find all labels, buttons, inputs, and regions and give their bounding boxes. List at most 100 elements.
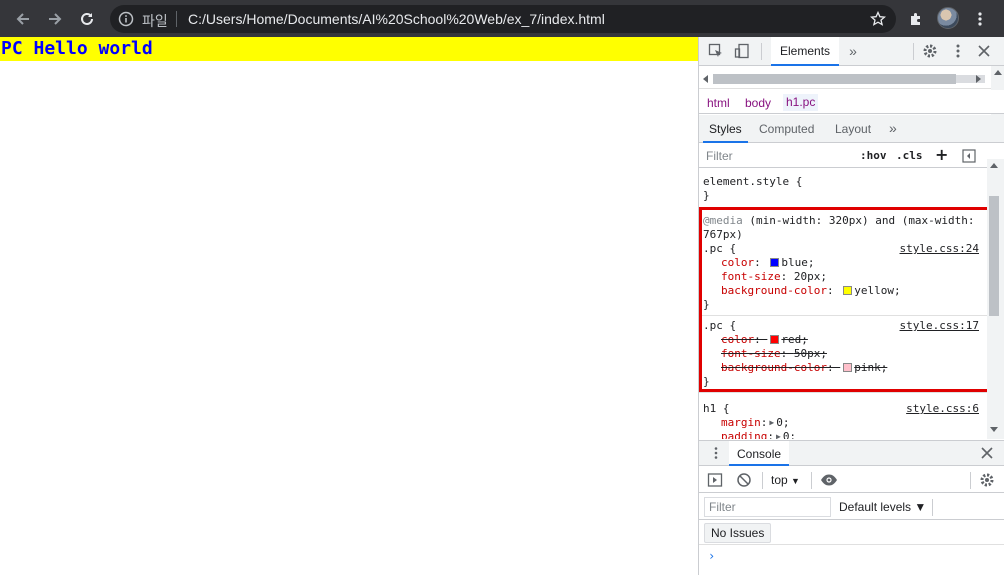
- reload-button[interactable]: [74, 6, 100, 32]
- device-toolbar-icon[interactable]: [733, 42, 751, 60]
- styles-vertical-scrollbar[interactable]: [987, 159, 1004, 439]
- back-button[interactable]: [10, 6, 36, 32]
- scroll-right-icon[interactable]: [975, 75, 981, 83]
- rule-selector[interactable]: .pc {: [703, 319, 736, 332]
- style-property[interactable]: background-color: yellow;: [703, 284, 983, 298]
- divider: [913, 43, 914, 60]
- gear-icon[interactable]: [921, 42, 939, 60]
- rule-close: }: [703, 375, 710, 388]
- console-sidebar-icon[interactable]: [706, 471, 724, 489]
- scroll-thumb[interactable]: [989, 196, 999, 316]
- rule-selector[interactable]: element.style {: [703, 175, 983, 189]
- close-icon[interactable]: [975, 42, 993, 60]
- elements-horizontal-scrollbar[interactable]: [699, 66, 991, 89]
- profile-avatar[interactable]: [937, 7, 959, 29]
- divider: [761, 43, 762, 60]
- arrow-right-icon: [49, 13, 62, 25]
- reload-icon: [81, 12, 93, 25]
- color-swatch[interactable]: [843, 363, 853, 372]
- overridden-property[interactable]: font-size: 50px;: [703, 347, 983, 361]
- devtools-tabbar: Elements »: [699, 37, 1004, 66]
- devtools-panel: Elements » html body h1.pc Styles Comput…: [698, 37, 1004, 575]
- rule-selector[interactable]: h1 {: [703, 402, 730, 415]
- log-levels-dropdown[interactable]: Default levels ▼: [839, 500, 926, 514]
- console-filter-bar: Default levels ▼: [699, 494, 1004, 520]
- tab-elements[interactable]: Elements: [771, 37, 840, 66]
- more-subtabs-icon[interactable]: »: [889, 120, 897, 136]
- rule-selector[interactable]: .pc {: [703, 242, 736, 255]
- inspect-element-icon[interactable]: [707, 42, 725, 60]
- kebab-menu-icon[interactable]: [949, 42, 967, 60]
- more-tabs-icon[interactable]: »: [844, 42, 862, 60]
- eye-icon[interactable]: [820, 471, 838, 489]
- scheme-label: 파일: [142, 14, 168, 30]
- styles-filter-input[interactable]: [702, 147, 850, 165]
- source-link[interactable]: style.css:24: [900, 242, 979, 256]
- cls-toggle[interactable]: .cls: [896, 149, 923, 162]
- divider: [811, 472, 812, 489]
- console-filter-input[interactable]: [704, 497, 831, 517]
- context-selector[interactable]: top ▼: [771, 473, 800, 487]
- scroll-down-icon[interactable]: [990, 427, 998, 433]
- new-style-rule-button[interactable]: +: [935, 145, 948, 164]
- style-property[interactable]: margin: ▶ 0;: [703, 416, 983, 430]
- expand-triangle-icon[interactable]: ▶: [769, 418, 774, 427]
- info-icon[interactable]: [118, 11, 134, 27]
- scroll-left-icon[interactable]: [703, 75, 709, 83]
- tab-layout[interactable]: Layout: [835, 122, 871, 136]
- toggle-sidebar-icon[interactable]: [960, 147, 978, 165]
- address-bar[interactable]: 파일 C:/Users/Home/Documents/AI%20School%2…: [110, 5, 896, 33]
- forward-button[interactable]: [42, 6, 68, 32]
- breadcrumb-body[interactable]: body: [745, 96, 771, 110]
- source-link[interactable]: style.css:17: [900, 319, 979, 333]
- element-style-rule: element.style { }: [699, 169, 987, 208]
- color-swatch[interactable]: [843, 286, 853, 295]
- kebab-menu-icon: [978, 12, 982, 26]
- rule-close: }: [703, 189, 710, 202]
- breadcrumb: html body h1.pc: [699, 90, 1004, 114]
- divider: [970, 472, 971, 489]
- tab-computed[interactable]: Computed: [759, 122, 814, 136]
- star-icon[interactable]: [870, 11, 886, 27]
- console-prompt[interactable]: ›: [708, 549, 715, 563]
- styles-pane: element.style { } @media (min-width: 320…: [699, 169, 987, 439]
- extensions-button[interactable]: [903, 6, 929, 32]
- style-property[interactable]: padding: ▶ 0;: [703, 430, 983, 439]
- tab-console[interactable]: Console: [729, 441, 790, 466]
- rule-close: }: [703, 298, 710, 311]
- source-link[interactable]: style.css:6: [906, 402, 979, 416]
- scroll-up-icon[interactable]: [990, 162, 998, 168]
- url-text[interactable]: C:/Users/Home/Documents/AI%20School%20We…: [188, 11, 605, 27]
- style-property[interactable]: color: blue;: [703, 256, 983, 270]
- clear-console-icon[interactable]: [735, 471, 753, 489]
- puzzle-icon: [911, 13, 920, 25]
- pc-overridden-rule: .pc { style.css:17 color: red; font-size:…: [699, 316, 987, 393]
- media-query: (min-width: 320px) and (max-width:: [742, 214, 975, 227]
- gear-icon[interactable]: [978, 471, 996, 489]
- drawer-menu-icon[interactable]: [707, 444, 725, 462]
- pc-heading: PC Hello world: [0, 37, 698, 61]
- style-property[interactable]: font-size: 20px;: [703, 270, 983, 284]
- divider: [176, 11, 177, 27]
- breadcrumb-html[interactable]: html: [707, 96, 730, 110]
- page-viewport: PC Hello world: [0, 37, 698, 575]
- overridden-property[interactable]: color: red;: [703, 333, 983, 347]
- color-swatch[interactable]: [770, 335, 780, 344]
- no-issues-button[interactable]: No Issues: [704, 523, 772, 543]
- media-keyword: @media: [703, 214, 743, 227]
- styles-filter-bar: :hov .cls +: [699, 144, 987, 168]
- scroll-thumb[interactable]: [713, 74, 956, 84]
- scroll-up-icon[interactable]: [994, 69, 1002, 75]
- overridden-property[interactable]: background-color: pink;: [703, 361, 983, 375]
- hov-toggle[interactable]: :hov: [860, 149, 887, 162]
- divider: [932, 499, 933, 516]
- color-swatch[interactable]: [770, 258, 780, 267]
- tab-styles[interactable]: Styles: [703, 115, 748, 143]
- drawer-tabbar: Console: [699, 440, 1004, 466]
- arrow-left-icon: [16, 13, 29, 25]
- breadcrumb-h1-pc[interactable]: h1.pc: [783, 94, 819, 111]
- close-icon[interactable]: [978, 444, 996, 462]
- browser-menu-button[interactable]: [967, 6, 993, 32]
- expand-triangle-icon[interactable]: ▶: [776, 432, 781, 439]
- issues-bar: No Issues: [699, 521, 1004, 545]
